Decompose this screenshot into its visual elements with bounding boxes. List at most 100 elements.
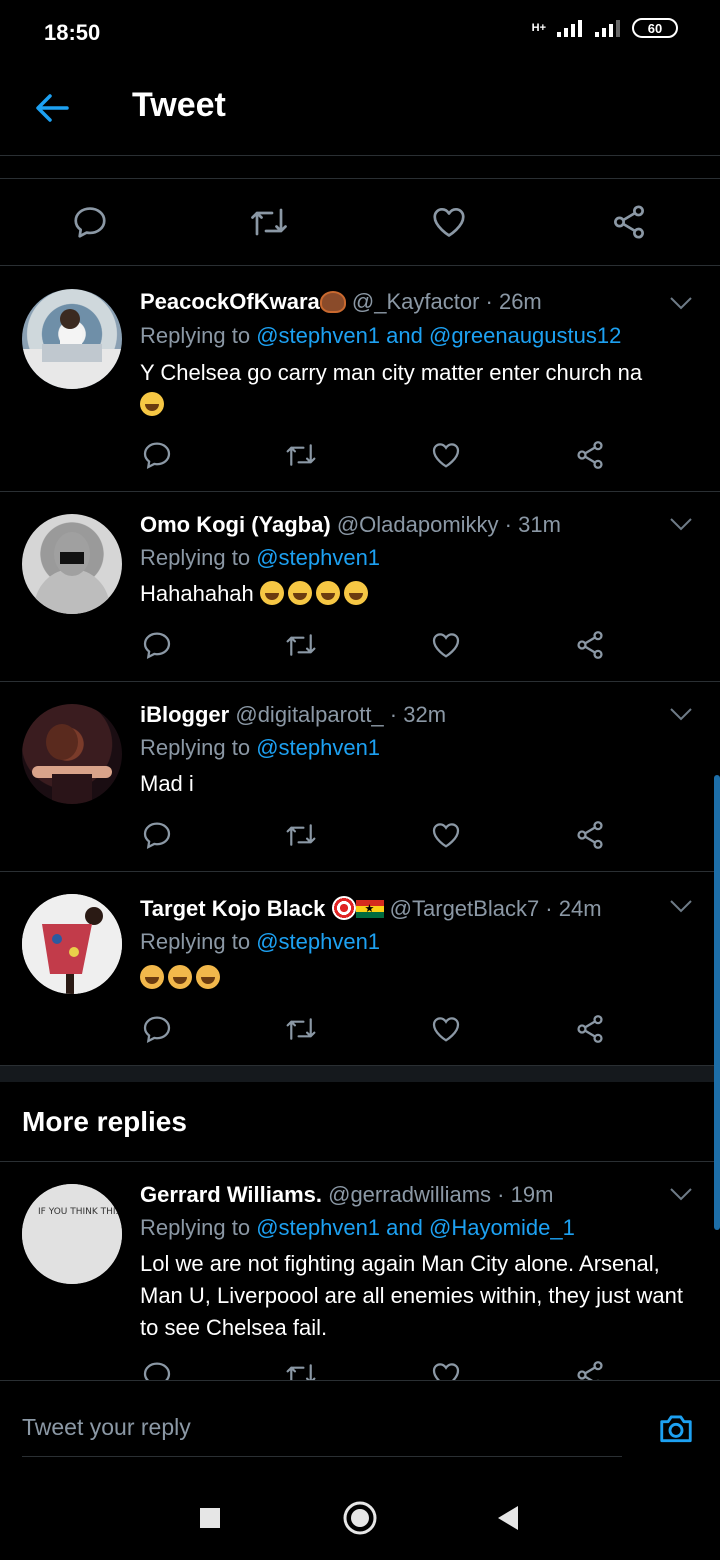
like-button[interactable] [429, 818, 463, 852]
reply-tweet[interactable]: iBlogger @digitalparott_ · 32m Replying … [0, 682, 720, 872]
tweet-header: Omo Kogi (Yagba) @Oladapomikky · 31m [140, 512, 660, 538]
home-button[interactable] [340, 1498, 380, 1538]
replying-joiner: and [380, 1215, 429, 1240]
main-like-button[interactable] [428, 201, 470, 243]
camera-button[interactable] [656, 1409, 696, 1449]
tweet-header: PeacockOfKwara @_Kayfactor · 26m [140, 289, 660, 315]
mention-link[interactable]: @stephven1 [256, 323, 380, 348]
ghana-flag-icon [355, 900, 384, 918]
reply-button[interactable] [140, 818, 174, 852]
tweet-actions [140, 1012, 620, 1046]
share-button[interactable] [573, 1012, 607, 1046]
share-icon [577, 821, 603, 849]
chevron-down-icon[interactable] [668, 896, 694, 916]
retweet-button[interactable] [284, 818, 318, 852]
tweet-header: iBlogger @digitalparott_ · 32m [140, 702, 660, 728]
user-handle[interactable]: @digitalparott_ [235, 702, 383, 727]
user-handle[interactable]: @Oladapomikky [337, 512, 499, 537]
mention-link[interactable]: @Hayomide_1 [429, 1215, 575, 1240]
user-handle[interactable]: @gerradwilliams [328, 1182, 491, 1207]
reply-button[interactable] [140, 1358, 174, 1380]
chevron-down-icon[interactable] [668, 704, 694, 724]
display-name[interactable]: iBlogger [140, 702, 229, 727]
retweet-icon [251, 208, 287, 236]
reply-tweet[interactable]: IF YOU THINK THIS IS BAD YOU SHOULD SEE … [0, 1162, 720, 1380]
like-button[interactable] [429, 1358, 463, 1380]
back-button[interactable] [30, 86, 74, 130]
share-button[interactable] [573, 438, 607, 472]
retweet-icon [286, 634, 316, 656]
reply-icon [143, 1362, 171, 1380]
share-button[interactable] [573, 628, 607, 662]
retweet-icon [286, 444, 316, 466]
reply-button[interactable] [140, 1012, 174, 1046]
avatar-sign-text: IF YOU THINK THIS IS BAD YOU SHOULD SEE … [38, 1207, 122, 1217]
like-button[interactable] [429, 628, 463, 662]
display-name[interactable]: PeacockOfKwara [140, 289, 320, 314]
tweet-actions [140, 1358, 620, 1380]
mention-link[interactable]: @stephven1 [256, 735, 380, 760]
user-handle[interactable]: @TargetBlack7 [390, 896, 540, 921]
avatar[interactable] [22, 894, 122, 994]
replying-to-label: Replying to [140, 929, 257, 954]
retweet-button[interactable] [284, 1012, 318, 1046]
arrow-left-icon [36, 94, 69, 122]
reply-icon [74, 207, 106, 238]
avatar[interactable] [22, 704, 122, 804]
recent-apps-button[interactable] [190, 1498, 230, 1538]
like-button[interactable] [429, 438, 463, 472]
reply-tweet[interactable]: Omo Kogi (Yagba) @Oladapomikky · 31m Rep… [0, 492, 720, 682]
display-name[interactable]: Gerrard Williams. [140, 1182, 322, 1207]
user-handle[interactable]: @_Kayfactor [352, 289, 480, 314]
mention-link[interactable]: @stephven1 [256, 1215, 380, 1240]
tweet-text: Y Chelsea go carry man city matter enter… [140, 360, 643, 385]
retweet-button[interactable] [284, 628, 318, 662]
battery-level: 60 [647, 20, 663, 36]
tweet-actions [140, 818, 620, 852]
reply-tweet[interactable]: Target Kojo Black @TargetBlack7 · 24m Re… [0, 872, 720, 1066]
timestamp: 32m [403, 702, 447, 727]
avatar[interactable]: IF YOU THINK THIS IS BAD YOU SHOULD SEE … [22, 1184, 122, 1284]
avatar[interactable] [22, 514, 122, 614]
retweet-button[interactable] [284, 1358, 318, 1380]
circle-icon [343, 1501, 377, 1535]
share-button[interactable] [573, 818, 607, 852]
mention-link[interactable]: @stephven1 [256, 545, 380, 570]
reply-input[interactable] [22, 1399, 622, 1457]
chevron-down-icon[interactable] [668, 514, 694, 534]
timestamp: 19m [510, 1182, 554, 1207]
tweet-text: Lol we are not fighting again Man City a… [140, 1251, 683, 1340]
laughing-emoji-icon [343, 581, 368, 605]
reply-button[interactable] [140, 628, 174, 662]
back-nav-button[interactable] [488, 1498, 528, 1538]
avatar[interactable] [22, 289, 122, 389]
heart-icon [432, 443, 460, 468]
separator: · [479, 289, 499, 314]
reply-icon [143, 442, 171, 470]
main-retweet-button[interactable] [248, 201, 290, 243]
mention-link[interactable]: @stephven1 [256, 929, 380, 954]
network-type: H+ [531, 22, 546, 34]
scrollbar[interactable] [714, 775, 720, 1230]
display-name[interactable]: Target Kojo Black [140, 896, 325, 921]
mention-link[interactable]: @greenaugustus12 [429, 323, 621, 348]
main-share-button[interactable] [608, 201, 650, 243]
tweet-header: Target Kojo Black @TargetBlack7 · 24m [140, 896, 660, 922]
reply-tweet[interactable]: PeacockOfKwara @_Kayfactor · 26m Replyin… [0, 267, 720, 492]
turkey-emoji-icon [319, 291, 346, 313]
tweet-body: Y Chelsea go carry man city matter enter… [140, 357, 684, 421]
chevron-down-icon[interactable] [668, 1184, 694, 1204]
share-button[interactable] [573, 1358, 607, 1380]
main-reply-button[interactable] [69, 201, 111, 243]
retweet-button[interactable] [284, 438, 318, 472]
heart-icon [433, 207, 465, 237]
like-button[interactable] [429, 1012, 463, 1046]
heart-icon [432, 633, 460, 658]
status-bar: 18:50 H+ 60 [0, 0, 720, 66]
page-title: Tweet [132, 86, 226, 124]
camera-icon [660, 1415, 692, 1443]
reply-button[interactable] [140, 438, 174, 472]
timestamp: 31m [518, 512, 561, 537]
display-name[interactable]: Omo Kogi (Yagba) [140, 512, 331, 537]
chevron-down-icon[interactable] [668, 293, 694, 313]
